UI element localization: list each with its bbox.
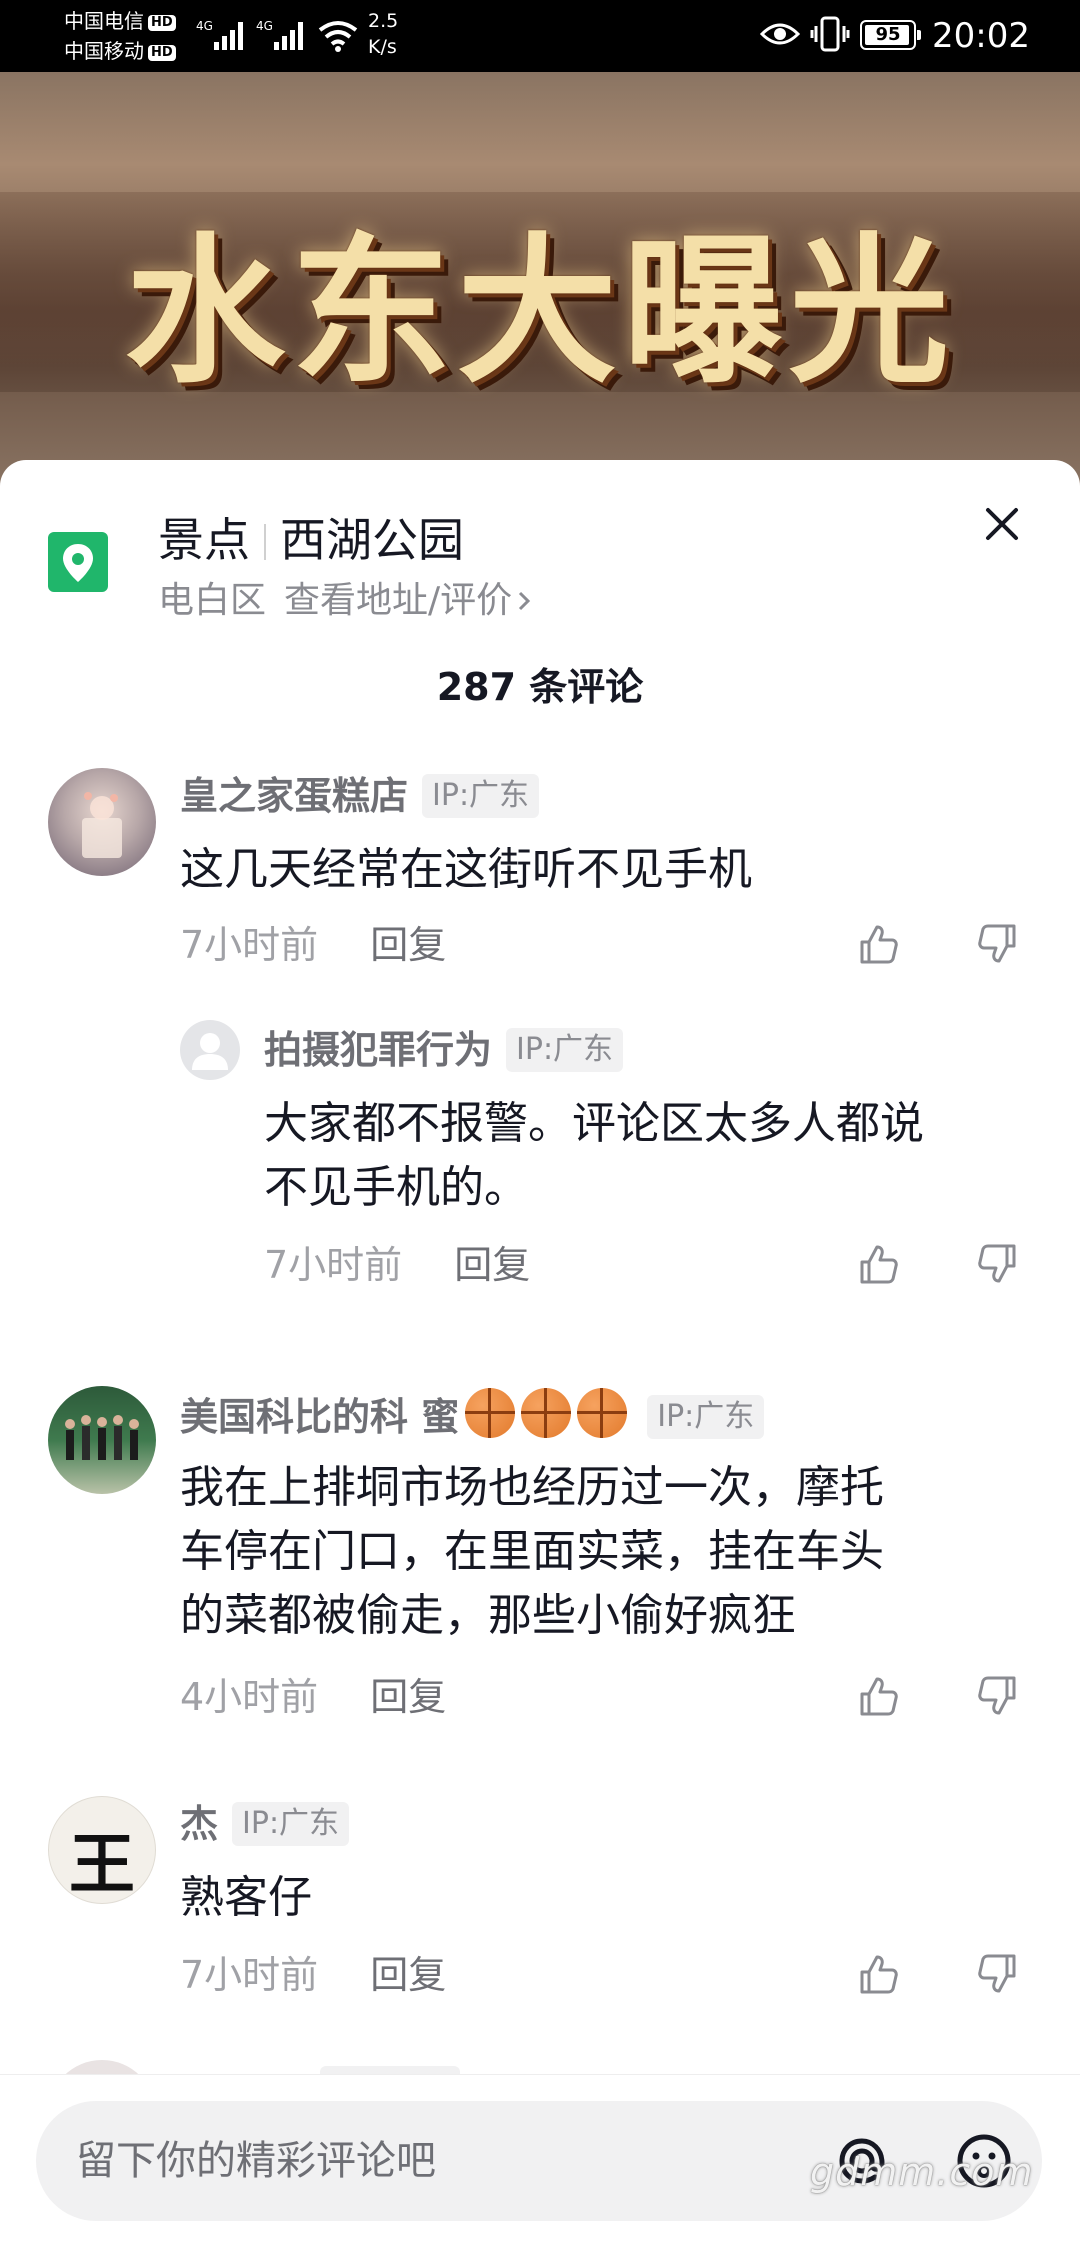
comment-time: 4小时前 xyxy=(180,1675,319,1719)
basketball-icon xyxy=(521,1388,572,1438)
ip-badge: IP:广东 xyxy=(422,774,540,818)
place-subtitle[interactable]: 电白区 查看地址/评价 xyxy=(158,576,534,626)
thumbs-down-icon[interactable] xyxy=(976,1242,1020,1286)
view-address-link[interactable]: 查看地址/评价 xyxy=(284,580,512,621)
reply-text: 大家都不报警。评论区太多人都说 不见手机的。 xyxy=(264,1098,924,1213)
reply-button[interactable]: 回复 xyxy=(370,1953,446,1997)
ip-badge: IP:广东 xyxy=(647,1395,765,1439)
carrier-1: 中国电信 HD xyxy=(64,8,176,34)
carrier-2: 中国移动 HD xyxy=(64,38,176,64)
svg-text:4G: 4G xyxy=(196,19,213,33)
status-bar: 中国电信 HD 中国移动 HD 4G 4G 2.5 K/s 95 20:02 xyxy=(0,0,1080,72)
basketball-icon xyxy=(465,1388,516,1438)
reply-button[interactable]: 回复 xyxy=(454,1243,530,1287)
svg-text:4G: 4G xyxy=(256,19,273,33)
comment-text: 我在上排垌市场也经历过一次，摩托 车停在门口，在里面实菜，挂在车头 的菜都被偷走，那… xyxy=(180,1462,884,1641)
comment-username[interactable]: 皇之家蛋糕店 IP:广东 xyxy=(180,770,540,822)
default-user-icon xyxy=(192,1033,228,1070)
video-player[interactable]: 水东大曝光 xyxy=(0,72,1080,492)
comment-input[interactable] xyxy=(76,2127,796,2195)
comment-meta: 7小时前 回复 xyxy=(180,1950,446,2000)
basketball-emoji-icons xyxy=(465,1388,633,1451)
watermark: gdmm.com xyxy=(810,2150,1034,2194)
reply-username[interactable]: 拍摄犯罪行为 IP:广东 xyxy=(264,1024,624,1076)
comment-sheet: 景点 西湖公园 电白区 查看地址/评价 287 条评论 皇之家蛋糕店 IP:广东 这几… xyxy=(0,460,1080,2244)
comment-username[interactable]: 美国科比的科 蜜 IP:广东 xyxy=(180,1388,765,1451)
thumbs-down-icon[interactable] xyxy=(976,922,1020,966)
thumbs-up-icon[interactable] xyxy=(856,1952,900,1996)
divider xyxy=(264,524,266,560)
battery-level: 95 xyxy=(875,24,901,45)
vibrate-icon xyxy=(810,16,850,52)
clock: 20:02 xyxy=(932,16,1030,56)
signal-icon: 4G xyxy=(196,19,243,50)
avatar[interactable] xyxy=(180,1020,240,1080)
avatar[interactable] xyxy=(48,768,156,876)
thumbs-up-icon[interactable] xyxy=(856,1674,900,1718)
comment-time: 7小时前 xyxy=(180,1953,319,1997)
comment-item: 皇之家蛋糕店 IP:广东 这几天经常在这街听不见手机 7小时前 回复 xyxy=(0,768,1080,998)
avatar[interactable] xyxy=(48,1386,156,1494)
basketball-icon xyxy=(577,1388,628,1438)
thumbs-down-icon[interactable] xyxy=(976,1952,1020,1996)
group-photo-avatar-image xyxy=(65,1415,139,1460)
chevron-right-icon xyxy=(519,591,531,611)
cake-avatar-image xyxy=(82,792,122,858)
reply-item: 拍摄犯罪行为 IP:广东 大家都不报警。评论区太多人都说 不见手机的。 7小时前 回复 xyxy=(0,1020,1080,1360)
close-icon[interactable] xyxy=(978,500,1026,548)
ip-badge: IP:广东 xyxy=(232,1802,350,1846)
thumbs-down-icon[interactable] xyxy=(976,1674,1020,1718)
thumbs-up-icon[interactable] xyxy=(856,1242,900,1286)
reply-time: 7小时前 xyxy=(264,1243,403,1287)
reply-meta: 7小时前 回复 xyxy=(264,1240,530,1290)
battery-icon: 95 xyxy=(860,20,921,50)
place-title[interactable]: 景点 西湖公园 xyxy=(158,510,464,570)
reply-button[interactable]: 回复 xyxy=(370,1675,446,1719)
place-category: 景点 xyxy=(158,513,250,567)
comment-text: 这几天经常在这街听不见手机 xyxy=(180,844,752,895)
wifi-icon xyxy=(318,21,358,52)
comment-username[interactable]: 杰 IP:广东 xyxy=(180,1798,350,1850)
calligraphy-avatar-character: 王 xyxy=(69,1825,135,1903)
avatar[interactable]: 王 xyxy=(48,1796,156,1904)
comment-count: 287 条评论 xyxy=(436,665,644,709)
thumbs-up-icon[interactable] xyxy=(856,922,900,966)
location-pin-icon xyxy=(48,532,108,592)
comment-meta: 4小时前 回复 xyxy=(180,1672,446,1722)
video-title-text: 水东大曝光 xyxy=(124,217,955,405)
ip-badge: IP:广东 xyxy=(506,1028,624,1072)
comment-meta: 7小时前 回复 xyxy=(180,920,446,970)
place-name: 西湖公园 xyxy=(280,513,464,567)
place-district: 电白区 xyxy=(158,580,267,621)
network-speed: 2.5 K/s xyxy=(368,10,399,58)
eye-comfort-icon xyxy=(760,23,800,45)
comment-item: 王 杰 IP:广东 熟客仔 7小时前 回复 xyxy=(0,1796,1080,2026)
comment-item: 美国科比的科 蜜 IP:广东 我在上排垌市场也经历过一次，摩托 车停在门口，在里面实… xyxy=(0,1386,1080,1746)
signal-icon: 4G xyxy=(256,19,303,50)
comment-text: 熟客仔 xyxy=(180,1872,312,1923)
reply-button[interactable]: 回复 xyxy=(370,923,446,967)
comment-time: 7小时前 xyxy=(180,923,319,967)
